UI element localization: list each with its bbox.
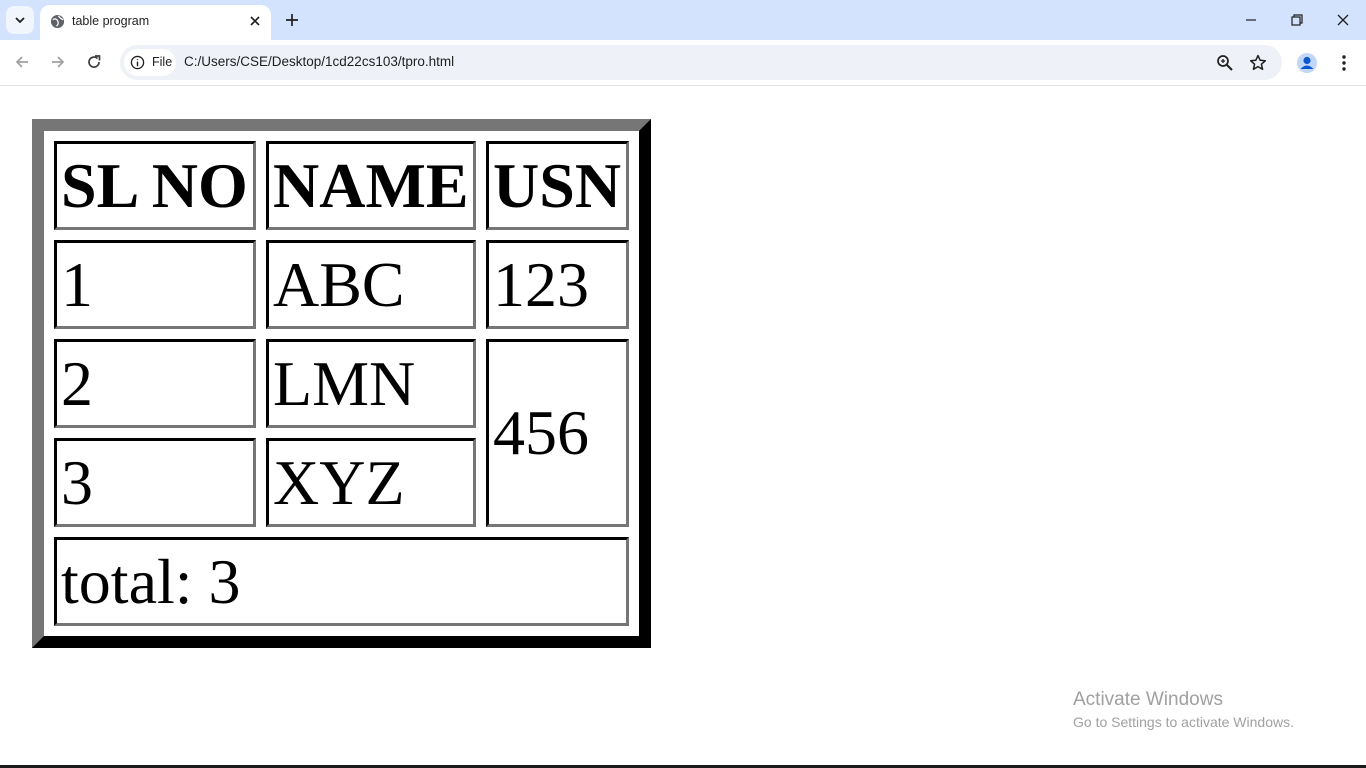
forward-icon[interactable]: [48, 52, 68, 72]
table-wrapper: SL NO NAME USN 1 ABC 123 2 LMN 456 3 XYZ…: [32, 119, 651, 648]
profile-avatar-icon[interactable]: [1296, 52, 1318, 74]
tab-strip: table program: [0, 0, 1366, 40]
restore-icon[interactable]: [1287, 10, 1307, 30]
info-icon: [130, 55, 145, 70]
reload-icon[interactable]: [84, 52, 104, 72]
activate-windows-watermark: Activate Windows Go to Settings to activ…: [1073, 689, 1294, 732]
tab-title: table program: [72, 14, 150, 28]
cell-sl: 3: [54, 438, 256, 527]
close-window-icon[interactable]: [1333, 10, 1353, 30]
back-icon[interactable]: [12, 52, 32, 72]
minimize-icon[interactable]: [1241, 10, 1261, 30]
cell-usn-merged: 456: [486, 339, 629, 527]
watermark-subtitle: Go to Settings to activate Windows.: [1073, 714, 1294, 730]
footer-row: total: 3: [54, 537, 629, 626]
bookmark-star-icon[interactable]: [1248, 53, 1268, 73]
total-cell: total: 3: [54, 537, 629, 626]
zoom-icon[interactable]: [1215, 53, 1235, 73]
header-sl-no: SL NO: [54, 141, 256, 230]
menu-kebab-icon[interactable]: [1333, 52, 1355, 74]
header-row: SL NO NAME USN: [54, 141, 629, 230]
cell-sl: 2: [54, 339, 256, 428]
header-usn: USN: [486, 141, 629, 230]
tab-search-button[interactable]: [6, 6, 34, 34]
page-content: SL NO NAME USN 1 ABC 123 2 LMN 456 3 XYZ…: [0, 87, 1366, 768]
browser-toolbar: File C:/Users/CSE/Desktop/1cd22cs103/tpr…: [0, 40, 1366, 86]
cell-usn: 123: [486, 240, 629, 329]
chevron-down-icon: [15, 17, 25, 24]
header-name: NAME: [266, 141, 476, 230]
data-table: SL NO NAME USN 1 ABC 123 2 LMN 456 3 XYZ…: [32, 119, 651, 648]
active-tab[interactable]: table program: [40, 5, 271, 40]
globe-icon: [50, 14, 65, 29]
new-tab-icon[interactable]: [282, 10, 302, 30]
cell-name: ABC: [266, 240, 476, 329]
cell-sl: 1: [54, 240, 256, 329]
address-bar[interactable]: File C:/Users/CSE/Desktop/1cd22cs103/tpr…: [120, 45, 1282, 80]
table-row: 2 LMN 456: [54, 339, 629, 527]
site-chip-label: File: [152, 55, 173, 69]
cell-name: LMN: [266, 339, 476, 428]
table-row: 1 ABC 123: [54, 240, 629, 329]
url-text[interactable]: C:/Users/CSE/Desktop/1cd22cs103/tpro.htm…: [184, 54, 454, 69]
cell-name: XYZ: [266, 438, 476, 527]
watermark-title: Activate Windows: [1073, 689, 1223, 710]
close-tab-icon[interactable]: [247, 13, 263, 29]
site-info-chip[interactable]: File: [124, 49, 176, 76]
